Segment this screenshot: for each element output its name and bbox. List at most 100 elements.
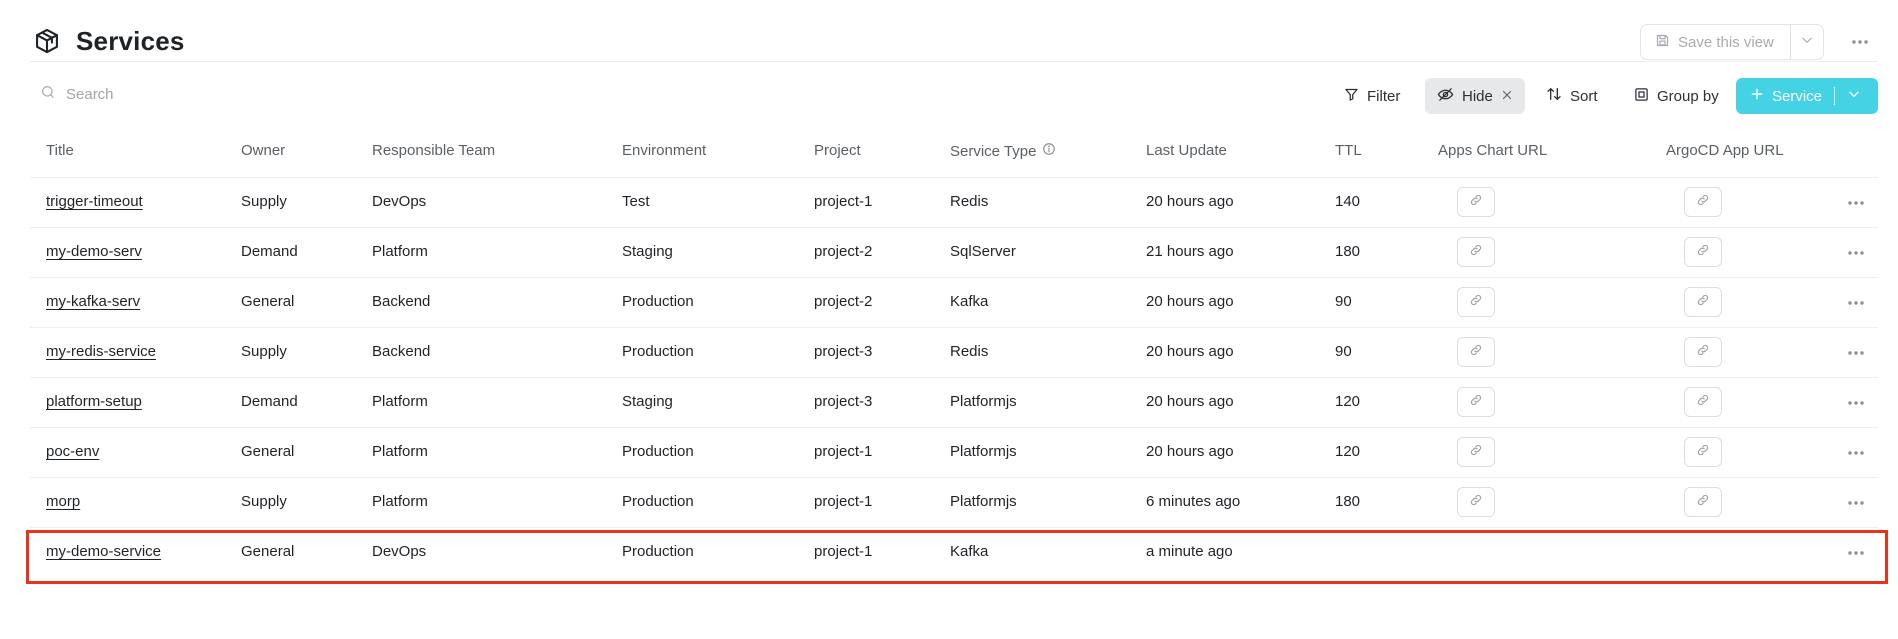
- apps-chart-url-button[interactable]: [1457, 187, 1495, 217]
- cell-service-type: Platformjs: [950, 443, 1017, 460]
- table-row[interactable]: poc-env General Platform Production project-…: [30, 428, 1878, 478]
- more-horizontal-icon: [1847, 243, 1865, 261]
- save-view-label: Save this view: [1678, 33, 1774, 51]
- cell-owner: Supply: [241, 343, 287, 360]
- cell-title[interactable]: my-demo-service: [46, 543, 161, 560]
- table-row[interactable]: my-demo-service General DevOps Production pr…: [30, 528, 1878, 578]
- button-divider: [1834, 87, 1836, 105]
- more-horizontal-icon: [1851, 32, 1869, 50]
- chevron-down-icon: [1800, 33, 1814, 51]
- cell-last-update: 20 hours ago: [1146, 443, 1234, 460]
- cell-last-update: 20 hours ago: [1146, 193, 1234, 210]
- argocd-app-url-button[interactable]: [1684, 487, 1722, 517]
- cell-responsible-team: Backend: [372, 293, 431, 310]
- cell-owner: Demand: [241, 393, 298, 410]
- cell-ttl: 140: [1335, 193, 1361, 210]
- table-row[interactable]: trigger-timeout Supply DevOps Test project-1…: [30, 178, 1878, 228]
- chevron-down-icon[interactable]: [1847, 87, 1861, 105]
- sort-button[interactable]: Sort: [1536, 78, 1608, 114]
- row-actions-button[interactable]: [1843, 541, 1869, 563]
- cell-service-type: SqlServer: [950, 243, 1016, 260]
- cell-last-update: 21 hours ago: [1146, 243, 1234, 260]
- argocd-app-url-button[interactable]: [1684, 337, 1722, 367]
- cell-responsible-team: Platform: [372, 243, 428, 260]
- column-header-environment[interactable]: Environment: [622, 142, 706, 159]
- hide-button[interactable]: Hide: [1425, 78, 1525, 114]
- table-row[interactable]: my-redis-service Supply Backend Production p…: [30, 328, 1878, 378]
- cell-title[interactable]: my-demo-serv: [46, 243, 142, 260]
- link-icon: [1469, 443, 1483, 462]
- more-horizontal-icon: [1847, 343, 1865, 361]
- row-actions-button[interactable]: [1843, 191, 1869, 213]
- save-view-dropdown[interactable]: [1791, 25, 1823, 59]
- search-input[interactable]: [66, 86, 366, 103]
- apps-chart-url-button[interactable]: [1457, 287, 1495, 317]
- argocd-app-url-button[interactable]: [1684, 287, 1722, 317]
- filter-button[interactable]: Filter: [1334, 78, 1410, 114]
- cell-service-type: Redis: [950, 193, 989, 210]
- row-actions-button[interactable]: [1843, 341, 1869, 363]
- cell-title[interactable]: platform-setup: [46, 393, 142, 410]
- cell-service-type: Kafka: [950, 293, 989, 310]
- column-header-service-type[interactable]: Service Type: [950, 142, 1056, 160]
- cell-service-type: Platformjs: [950, 493, 1017, 510]
- row-actions-button[interactable]: [1843, 491, 1869, 513]
- more-horizontal-icon: [1847, 393, 1865, 411]
- column-header-ttl[interactable]: TTL: [1335, 142, 1362, 159]
- apps-chart-url-button[interactable]: [1457, 387, 1495, 417]
- table-row[interactable]: platform-setup Demand Platform Staging proje…: [30, 378, 1878, 428]
- column-header-owner[interactable]: Owner: [241, 142, 285, 159]
- table-row[interactable]: morp Supply Platform Production project-1 Pla…: [30, 478, 1878, 528]
- row-actions-button[interactable]: [1843, 391, 1869, 413]
- column-header-title[interactable]: Title: [46, 142, 74, 159]
- cell-environment: Staging: [622, 243, 673, 260]
- add-service-label: Service: [1772, 87, 1823, 105]
- argocd-app-url-button[interactable]: [1684, 387, 1722, 417]
- cell-title[interactable]: my-kafka-serv: [46, 293, 140, 310]
- column-header-argocd-app-url[interactable]: ArgoCD App URL: [1666, 142, 1784, 159]
- table-row[interactable]: my-demo-serv Demand Platform Staging project…: [30, 228, 1878, 278]
- link-icon: [1696, 493, 1710, 512]
- more-options-button[interactable]: [1846, 29, 1874, 53]
- cell-owner: General: [241, 293, 295, 310]
- apps-chart-url-button[interactable]: [1457, 337, 1495, 367]
- argocd-app-url-button[interactable]: [1684, 437, 1722, 467]
- cell-responsible-team: Backend: [372, 343, 431, 360]
- column-header-apps-chart-url[interactable]: Apps Chart URL: [1438, 142, 1547, 159]
- sort-label: Sort: [1570, 87, 1598, 105]
- cell-responsible-team: Platform: [372, 493, 428, 510]
- cell-title[interactable]: morp: [46, 493, 80, 510]
- apps-chart-url-button[interactable]: [1457, 237, 1495, 267]
- table-header-row: Title Owner Responsible Team Environment…: [30, 130, 1878, 178]
- table-row[interactable]: my-kafka-serv General Backend Production pro…: [30, 278, 1878, 328]
- argocd-app-url-button[interactable]: [1684, 187, 1722, 217]
- cell-project: project-3: [814, 393, 873, 410]
- group-by-button[interactable]: Group by: [1624, 78, 1729, 114]
- apps-chart-url-button[interactable]: [1457, 437, 1495, 467]
- apps-chart-url-button[interactable]: [1457, 487, 1495, 517]
- plus-icon: [1750, 87, 1764, 105]
- row-actions-button[interactable]: [1843, 291, 1869, 313]
- info-icon[interactable]: [1042, 142, 1056, 160]
- save-view-button[interactable]: Save this view: [1641, 25, 1791, 59]
- link-icon: [1696, 393, 1710, 412]
- close-icon[interactable]: [1501, 88, 1513, 105]
- cell-ttl: 120: [1335, 393, 1361, 410]
- cell-environment: Staging: [622, 393, 673, 410]
- cell-last-update: 6 minutes ago: [1146, 493, 1241, 510]
- row-actions-button[interactable]: [1843, 241, 1869, 263]
- column-header-project[interactable]: Project: [814, 142, 861, 159]
- group-by-label: Group by: [1657, 87, 1719, 105]
- cell-last-update: a minute ago: [1146, 543, 1233, 560]
- cell-title[interactable]: poc-env: [46, 443, 99, 460]
- more-horizontal-icon: [1847, 493, 1865, 511]
- column-header-responsible-team[interactable]: Responsible Team: [372, 142, 495, 159]
- argocd-app-url-button[interactable]: [1684, 237, 1722, 267]
- cell-title[interactable]: trigger-timeout: [46, 193, 143, 210]
- cell-project: project-2: [814, 243, 873, 260]
- row-actions-button[interactable]: [1843, 441, 1869, 463]
- column-header-last-update[interactable]: Last Update: [1146, 142, 1227, 159]
- cell-service-type: Redis: [950, 343, 989, 360]
- cell-title[interactable]: my-redis-service: [46, 343, 156, 360]
- add-service-button[interactable]: Service: [1736, 78, 1878, 114]
